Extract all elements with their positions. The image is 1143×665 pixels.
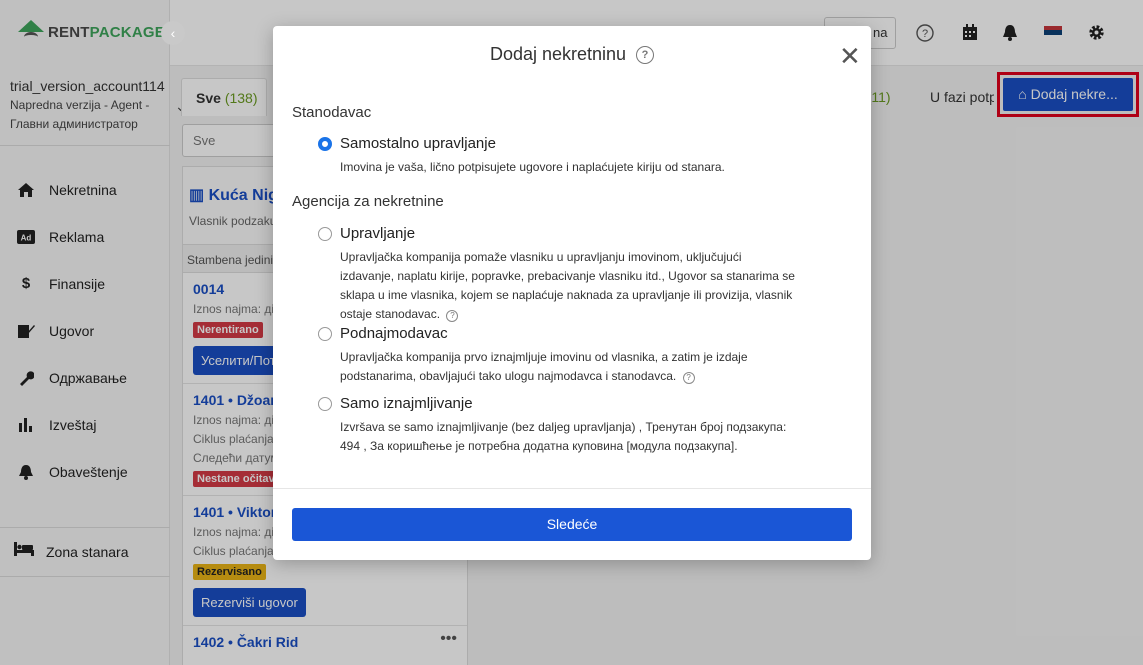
option-rental-only[interactable]: Samo iznajmljivanje Izvršava se samo izn… [318, 395, 838, 456]
option-self-managed[interactable]: Samostalno upravljanje Imovina je vaša, … [318, 135, 838, 177]
section-landlord: Stanodavac [292, 104, 372, 121]
chevron-left-icon: ‹ [170, 25, 176, 41]
dialog-divider [273, 488, 871, 489]
option-sublandlord[interactable]: Podnajmodavac Upravljačka kompanija prvo… [318, 325, 838, 386]
help-icon[interactable]: ? [636, 46, 655, 64]
radio-sublandlord[interactable] [318, 326, 332, 341]
add-property-dialog: Dodaj nekretninu? ✕ Stanodavac Samostaln… [273, 26, 871, 560]
option-label[interactable]: Samo iznajmljivanje [340, 395, 473, 412]
close-icon[interactable]: ✕ [839, 43, 861, 69]
collapse-sidebar-button[interactable]: ‹ [161, 21, 185, 45]
option-description: Upravljačka kompanija pomaže vlasniku u … [340, 250, 795, 321]
option-description: Izvršava se samo iznajmljivanje (bez dal… [340, 420, 787, 453]
option-label[interactable]: Samostalno upravljanje [340, 135, 496, 152]
dialog-title: Dodaj nekretninu? [273, 44, 871, 65]
section-agency: Agencija za nekretnine [292, 193, 444, 210]
help-icon[interactable]: ? [446, 309, 459, 322]
next-button[interactable]: Sledeće [292, 508, 852, 541]
option-management[interactable]: Upravljanje Upravljačka kompanija pomaže… [318, 225, 838, 324]
help-icon[interactable]: ? [682, 371, 695, 384]
option-label[interactable]: Upravljanje [340, 225, 415, 242]
option-label[interactable]: Podnajmodavac [340, 325, 448, 342]
radio-self-managed[interactable] [318, 136, 332, 151]
radio-rental-only[interactable] [318, 396, 332, 411]
radio-management[interactable] [318, 226, 332, 241]
option-description: Imovina je vaša, lično potpisujete ugovo… [340, 160, 725, 174]
